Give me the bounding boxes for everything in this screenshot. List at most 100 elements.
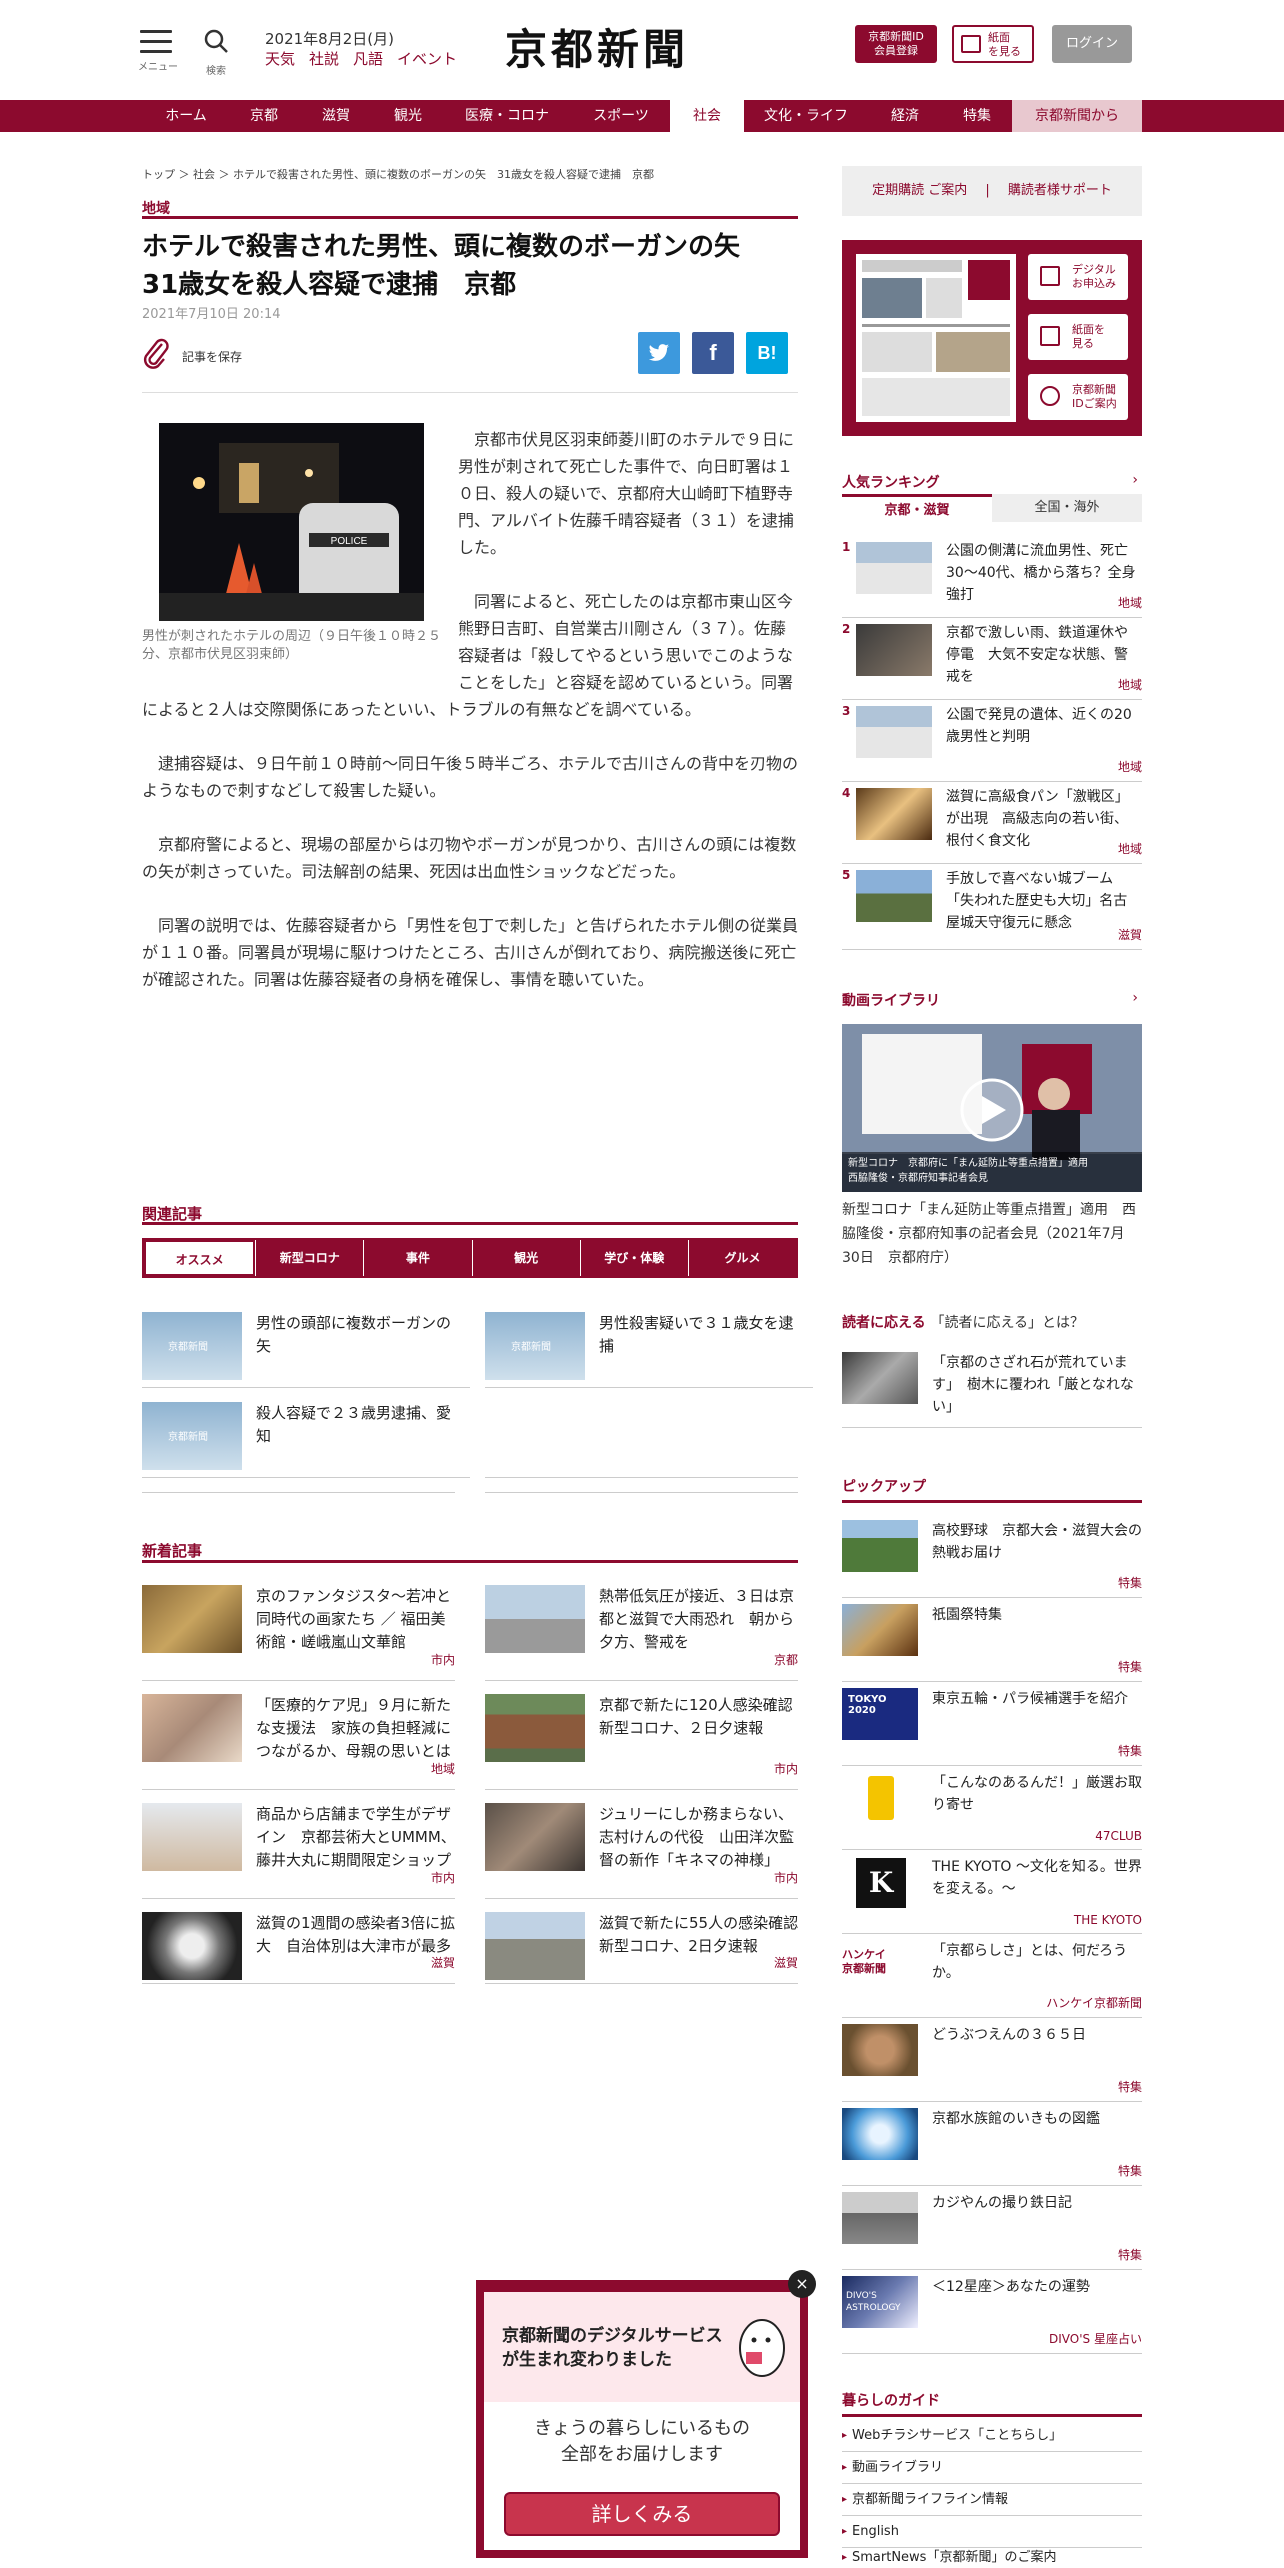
subscription-link[interactable]: 定期購読 ご案内 [872, 183, 967, 198]
nav-sports[interactable]: スポーツ [572, 100, 670, 132]
tab-recommended[interactable]: オススメ [144, 1240, 256, 1276]
nav-medical-corona[interactable]: 医療・コロナ [442, 100, 572, 132]
nav-kyoto[interactable]: 京都 [230, 100, 298, 132]
paperclip-icon[interactable] [142, 338, 170, 372]
ranking-tab-national[interactable]: 全国・海外 [992, 494, 1142, 522]
hatena-bookmark-button[interactable]: B! [746, 332, 788, 374]
guide-link[interactable]: SmartNews「京都新聞」のご案内 [842, 2548, 1142, 2568]
pickup-tag[interactable]: 47CLUB [1095, 1829, 1142, 1843]
view-paper-button[interactable]: 紙面 を見る [952, 25, 1034, 63]
newspaper-front-image[interactable] [856, 254, 1016, 422]
chevron-right-icon[interactable]: › [1132, 990, 1138, 1006]
save-article-label[interactable]: 記事を保存 [182, 348, 242, 365]
reader-item[interactable]: 「京都のさざれ石が荒れています」 樹木に覆われ「厳となれない」 [842, 1348, 1142, 1428]
close-icon[interactable]: × [788, 2270, 816, 2298]
menu-icon[interactable] [140, 30, 172, 60]
article-category[interactable]: 地域 [142, 198, 170, 218]
guide-link[interactable]: Webチラシサービス「ことちらし」 [842, 2420, 1142, 2452]
tab-incident[interactable]: 事件 [363, 1240, 471, 1276]
nav-from-kyoto-np[interactable]: 京都新聞から [1012, 100, 1142, 132]
latest-tag[interactable]: 地域 [431, 1760, 455, 1777]
facebook-share-button[interactable]: f [692, 332, 734, 374]
ranking-tab-kyoto-shiga[interactable]: 京都・滋賀 [842, 494, 992, 522]
article-photo[interactable]: POLICE [159, 423, 424, 621]
pickup-item[interactable]: 祇園祭特集 特集 [842, 1600, 1142, 1682]
pickup-tag[interactable]: 特集 [1118, 1742, 1142, 1759]
latest-card[interactable]: 滋賀の1週間の感染者3倍に拡大 自治体別は大津市が最多 滋賀 [142, 1912, 455, 1984]
header-link-weather[interactable]: 天気 [265, 48, 295, 69]
ranking-item[interactable]: 5 手放しで喜べない城ブーム「失われた歴史も大切」名古屋城天守復元に懸念 滋賀 [842, 864, 1142, 950]
ranking-item[interactable]: 1 公園の側溝に流血男性、死亡 30～40代、橋から落ち？全身強打 地域 [842, 536, 1142, 618]
related-card[interactable]: 京都新聞 男性の頭部に複数ボーガンの矢 [142, 1312, 470, 1388]
chevron-right-icon[interactable]: › [1132, 472, 1138, 488]
popup-details-button[interactable]: 詳しくみる [504, 2492, 780, 2536]
ranking-tag[interactable]: 滋賀 [1118, 926, 1142, 943]
tab-corona[interactable]: 新型コロナ [255, 1240, 363, 1276]
pickup-item[interactable]: DIVO'S ASTROLOGY ＜12星座＞あなたの運勢 DIVO'S 星座占… [842, 2272, 1142, 2354]
pickup-tag[interactable]: DIVO'S 星座占い [1049, 2330, 1142, 2347]
video-title[interactable]: 新型コロナ「まん延防止等重点措置」適用 西脇隆俊・京都府知事の記者会見（2021… [842, 1198, 1142, 1270]
tab-tourism[interactable]: 観光 [471, 1240, 580, 1276]
latest-tag[interactable]: 市内 [774, 1760, 798, 1777]
guide-link[interactable]: 動画ライブラリ [842, 2452, 1142, 2484]
tab-learning[interactable]: 学び・体験 [579, 1240, 688, 1276]
ranking-tag[interactable]: 地域 [1118, 840, 1142, 857]
nav-tourism[interactable]: 観光 [374, 100, 442, 132]
pickup-item[interactable]: どうぶつえんの３６５日 特集 [842, 2020, 1142, 2102]
member-register-button[interactable]: 京都新聞ID 会員登録 [855, 25, 937, 63]
login-button[interactable]: ログイン [1052, 25, 1132, 63]
pickup-item[interactable]: カジやんの撮り鉄日記 特集 [842, 2188, 1142, 2270]
header-link-editorial[interactable]: 社説 [309, 48, 339, 69]
tab-gourmet[interactable]: グルメ [687, 1240, 796, 1276]
twitter-share-button[interactable] [638, 332, 680, 374]
view-paper-side-button[interactable]: 紙面を 見る [1028, 314, 1128, 360]
pickup-tag[interactable]: 特集 [1118, 2246, 1142, 2263]
reader-about-link[interactable]: 「読者に応える」とは？ [930, 1315, 1084, 1331]
nav-society[interactable]: 社会 [670, 100, 744, 132]
latest-tag[interactable]: 市内 [774, 1869, 798, 1886]
video-player[interactable]: 新型コロナ 京都府に「まん延防止等重点措置」適用 西脇隆俊・京都府知事記者会見 [842, 1024, 1142, 1192]
pickup-item[interactable]: 「こんなのあるんだ！」厳選お取り寄せ 47CLUB [842, 1768, 1142, 1850]
nav-economy[interactable]: 経済 [868, 100, 942, 132]
ranking-item[interactable]: 3 公園で発見の遺体、近くの20歳男性と判明 地域 [842, 700, 1142, 782]
latest-tag[interactable]: 滋賀 [431, 1954, 455, 1971]
latest-card[interactable]: ジュリーにしか務まらない、志村けんの代役 山田洋次監督の新作「キネマの神様」 市… [485, 1803, 798, 1899]
pickup-item[interactable]: ハンケイ 京都新聞 「京都らしさ」とは、何だろうか。 ハンケイ京都新聞 [842, 1936, 1142, 2018]
pickup-item[interactable]: 京都水族館のいきもの図鑑 特集 [842, 2104, 1142, 2186]
guide-link[interactable]: 京都新聞ライフライン情報 [842, 2484, 1142, 2516]
search-icon[interactable] [203, 28, 229, 54]
latest-card[interactable]: 熱帯低気圧が接近、３日は京都と滋賀で大雨恐れ 朝から夕方、警戒を 京都 [485, 1585, 798, 1681]
related-card[interactable]: 京都新聞 男性殺害疑いで３１歳女を逮捕 [485, 1312, 813, 1388]
subscriber-support-link[interactable]: 購読者様サポート [1008, 183, 1112, 198]
nav-shiga[interactable]: 滋賀 [298, 100, 374, 132]
ranking-tag[interactable]: 地域 [1118, 594, 1142, 611]
latest-card[interactable]: 「医療的ケア児」９月に新たな支援法 家族の負担軽減につながるか、母親の思いとは … [142, 1694, 455, 1790]
related-card[interactable]: 京都新聞 殺人容疑で２３歳男逮捕、愛知 [142, 1402, 470, 1478]
site-logo[interactable]: 京都新聞 [505, 16, 689, 77]
pickup-tag[interactable]: 特集 [1118, 1658, 1142, 1675]
latest-tag[interactable]: 市内 [431, 1869, 455, 1886]
ranking-tag[interactable]: 地域 [1118, 676, 1142, 693]
pickup-item[interactable]: 高校野球 京都大会・滋賀大会の熱戦お届け 特集 [842, 1516, 1142, 1598]
pickup-tag[interactable]: THE KYOTO [1074, 1913, 1142, 1927]
digital-apply-button[interactable]: デジタル お申込み [1028, 254, 1128, 300]
nav-home[interactable]: ホーム [142, 100, 230, 132]
nav-feature[interactable]: 特集 [942, 100, 1012, 132]
latest-tag[interactable]: 滋賀 [774, 1954, 798, 1971]
id-guide-button[interactable]: 京都新聞 IDご案内 [1028, 374, 1128, 420]
pickup-tag[interactable]: 特集 [1118, 1574, 1142, 1591]
pickup-tag[interactable]: ハンケイ京都新聞 [1046, 1994, 1142, 2011]
latest-tag[interactable]: 市内 [431, 1651, 455, 1668]
pickup-tag[interactable]: 特集 [1118, 2162, 1142, 2179]
pickup-tag[interactable]: 特集 [1118, 2078, 1142, 2095]
header-link-events[interactable]: イベント [397, 48, 457, 69]
nav-culture-life[interactable]: 文化・ライフ [744, 100, 868, 132]
pickup-item[interactable]: K THE KYOTO ～文化を知る。世界を変える。～ THE KYOTO [842, 1852, 1142, 1934]
pickup-item[interactable]: TOKYO 2020 東京五輪・パラ候補選手を紹介 特集 [842, 1684, 1142, 1766]
guide-link[interactable]: English [842, 2516, 1142, 2548]
ranking-item[interactable]: 4 滋賀に高級食パン「激戦区」が出現 高級志向の若い街、根付く食文化 地域 [842, 782, 1142, 864]
latest-card[interactable]: 滋賀で新たに55人の感染確認 新型コロナ、2日夕速報 滋賀 [485, 1912, 813, 1984]
latest-card[interactable]: 京都で新たに120人感染確認 新型コロナ、２日夕速報 市内 [485, 1694, 808, 1790]
latest-card[interactable]: 京のファンタジスタ～若冲と同時代の画家たち ／ 福田美術館・嵯峨嵐山文華館 市内 [142, 1585, 455, 1681]
ranking-item[interactable]: 2 京都で激しい雨、鉄道運休や停電 大気不安定な状態、警戒を 地域 [842, 618, 1142, 700]
